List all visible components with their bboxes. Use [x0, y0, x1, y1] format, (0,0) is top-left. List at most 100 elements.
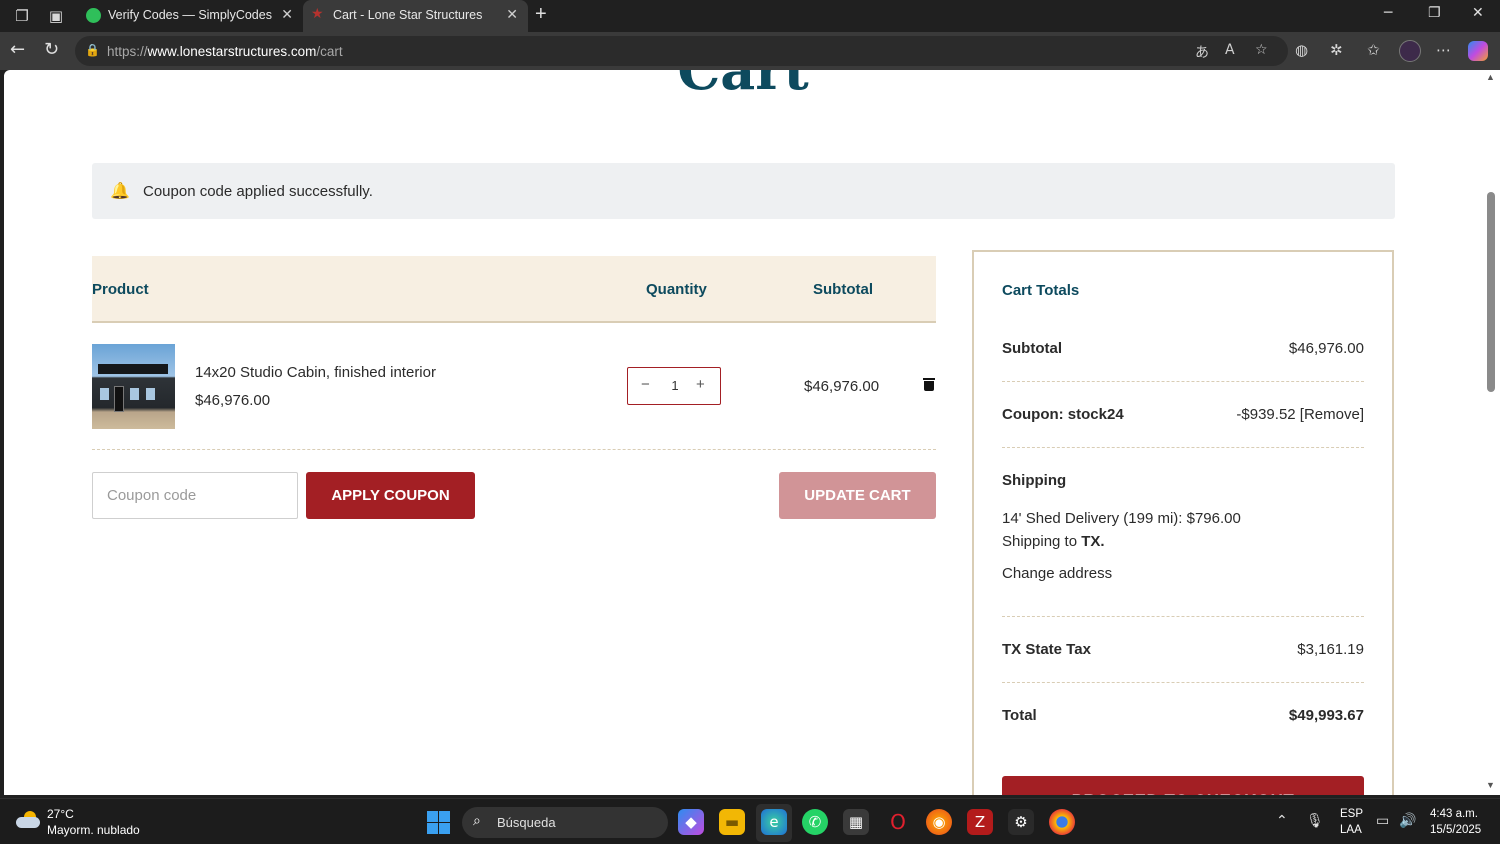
product-name-link[interactable]: 14x20 Studio Cabin, finished interior	[195, 364, 436, 381]
favorite-star-icon[interactable]: ☆	[1255, 42, 1268, 58]
shipping-label: Shipping	[1002, 472, 1067, 489]
cart-totals-panel: Cart Totals Subtotal $46,976.00 Coupon: …	[972, 250, 1394, 795]
url-text[interactable]: https://www.lonestarstructures.com/cart	[107, 44, 343, 59]
simplycodes-check-icon	[86, 8, 101, 23]
proceed-to-checkout-button[interactable]: PROCEED TO CHECKOUT	[1002, 776, 1364, 795]
zlauncher-icon[interactable]: Z	[967, 809, 993, 835]
scroll-thumb[interactable]	[1487, 192, 1495, 392]
tab-simplycodes[interactable]: Verify Codes — SimplyCodes ✕	[78, 0, 303, 32]
opera-icon[interactable]: O	[885, 809, 911, 835]
copilot-app-icon[interactable]: ◆	[678, 809, 704, 835]
address-bar[interactable]: 🔒 https://www.lonestarstructures.com/car…	[75, 36, 1288, 66]
page-scrollbar[interactable]: ▲ ▼	[1482, 70, 1500, 795]
coupon-notice: 🔔 Coupon code applied successfully.	[92, 163, 1395, 219]
totals-divider	[1002, 447, 1364, 448]
coupon-value: -$939.52 [Remove]	[1236, 406, 1364, 423]
windows-start-icon[interactable]	[427, 811, 450, 834]
workspaces-icon[interactable]: ❐	[12, 6, 32, 26]
weather-description[interactable]: Mayorm. nublado	[47, 823, 140, 837]
column-quantity: Quantity	[646, 281, 707, 298]
subtotal-label: Subtotal	[1002, 340, 1062, 357]
restore-icon[interactable]: ❐	[1428, 5, 1441, 21]
search-label: Búsqueda	[497, 815, 556, 830]
microsoft-store-icon[interactable]: ▦	[843, 809, 869, 835]
globe-extension-icon[interactable]: ◍	[1295, 41, 1308, 59]
language-indicator[interactable]: ESP	[1340, 808, 1363, 820]
cart-totals-title: Cart Totals	[1002, 282, 1080, 299]
extensions-icon[interactable]: ✲	[1330, 41, 1343, 59]
network-icon[interactable]: ▭	[1376, 813, 1389, 829]
copilot-icon[interactable]	[1468, 41, 1488, 61]
tax-label: TX State Tax	[1002, 641, 1091, 658]
notice-text: Coupon code applied successfully.	[143, 183, 373, 200]
chevron-up-icon[interactable]: ⌃	[1276, 813, 1288, 829]
total-value: $49,993.67	[1288, 707, 1364, 724]
chrome-icon[interactable]	[1049, 809, 1075, 835]
update-cart-button[interactable]: UPDATE CART	[779, 472, 936, 519]
trash-icon[interactable]	[923, 377, 935, 391]
tab-title: Cart - Lone Star Structures	[333, 8, 483, 22]
quantity-stepper[interactable]: − 1 +	[627, 367, 721, 405]
remove-coupon-link[interactable]: [Remove]	[1300, 406, 1364, 423]
bell-icon: 🔔	[110, 181, 130, 200]
firefox-icon[interactable]: ◉	[926, 809, 952, 835]
file-explorer-icon[interactable]: ▬	[719, 809, 745, 835]
translate-icon[interactable]: あ	[1195, 42, 1209, 62]
weather-temperature[interactable]: 27°C	[47, 807, 74, 821]
edge-browser-icon[interactable]: e	[761, 809, 787, 835]
more-menu-icon[interactable]: ⋯	[1436, 41, 1451, 59]
totals-divider	[1002, 682, 1364, 683]
close-tab-icon[interactable]: ✕	[506, 7, 518, 23]
shipping-destination: Shipping to TX.	[1002, 533, 1105, 550]
row-divider	[92, 449, 936, 450]
column-product: Product	[92, 281, 149, 298]
row-subtotal: $46,976.00	[804, 378, 880, 395]
subtotal-value: $46,976.00	[1288, 340, 1364, 357]
product-price: $46,976.00	[195, 392, 271, 409]
clock-time[interactable]: 4:43 a.m.	[1430, 808, 1478, 820]
scroll-up-icon[interactable]: ▲	[1486, 72, 1495, 82]
close-tab-icon[interactable]: ✕	[281, 7, 293, 23]
new-tab-button[interactable]: +	[535, 3, 547, 26]
refresh-icon[interactable]: ↻	[44, 39, 59, 60]
scroll-down-icon[interactable]: ▼	[1486, 780, 1495, 790]
column-subtotal: Subtotal	[813, 281, 873, 298]
keyboard-layout[interactable]: LAA	[1340, 824, 1362, 836]
browser-toolbar: ← ↻ 🔒 https://www.lonestarstructures.com…	[0, 32, 1500, 70]
quantity-value[interactable]: 1	[628, 378, 722, 393]
tab-cart[interactable]: ★ Cart - Lone Star Structures ✕	[303, 0, 528, 32]
browser-titlebar: ❐ ▣ Verify Codes — SimplyCodes ✕ ★ Cart …	[0, 0, 1500, 32]
microphone-icon[interactable]: 🎙	[1306, 813, 1324, 829]
settings-gear-icon[interactable]: ⚙	[1008, 809, 1034, 835]
total-label: Total	[1002, 707, 1037, 724]
taskbar-search[interactable]: ⌕ Búsqueda	[462, 807, 668, 838]
cart-table-header: Product Quantity Subtotal	[92, 256, 936, 323]
favorites-icon[interactable]: ✩	[1367, 41, 1380, 59]
lock-icon[interactable]: 🔒	[85, 43, 100, 57]
shipping-method: 14' Shed Delivery (199 mi): $796.00	[1002, 510, 1241, 527]
increase-quantity-button[interactable]: +	[696, 376, 705, 393]
page-viewport: Cart 🔔 Coupon code applied successfully.…	[4, 70, 1482, 795]
lone-star-icon: ★	[311, 6, 324, 22]
page-title: Cart	[677, 70, 809, 102]
profile-avatar[interactable]	[1399, 40, 1421, 62]
read-aloud-icon[interactable]: A	[1225, 42, 1235, 58]
search-icon: ⌕	[473, 813, 481, 829]
whatsapp-icon[interactable]: ✆	[802, 809, 828, 835]
windows-taskbar: 27°C Mayorm. nublado ⌕ Búsqueda ◆ ▬ e ✆ …	[0, 798, 1500, 844]
apply-coupon-button[interactable]: APPLY COUPON	[306, 472, 475, 519]
coupon-code-input[interactable]	[92, 472, 298, 519]
close-window-icon[interactable]: ✕	[1472, 5, 1484, 21]
speaker-icon[interactable]: 🔊	[1399, 813, 1416, 829]
clock-date[interactable]: 15/5/2025	[1430, 824, 1481, 836]
totals-divider	[1002, 616, 1364, 617]
coupon-label: Coupon: stock24	[1002, 406, 1124, 423]
tax-value: $3,161.19	[1297, 641, 1364, 658]
tab-actions-icon[interactable]: ▣	[46, 6, 66, 26]
product-image[interactable]	[92, 344, 175, 429]
minimize-icon[interactable]: ─	[1384, 5, 1392, 21]
back-icon[interactable]: ←	[10, 39, 25, 60]
tab-title: Verify Codes — SimplyCodes	[108, 8, 272, 22]
weather-cloud-icon[interactable]	[16, 811, 40, 828]
change-address-link[interactable]: Change address	[1002, 565, 1112, 582]
